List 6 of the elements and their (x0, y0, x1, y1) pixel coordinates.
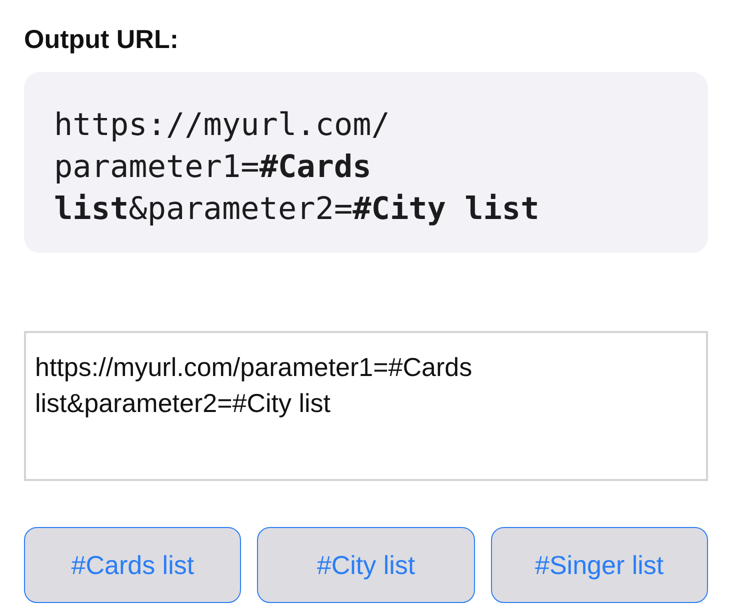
insert-tag-button[interactable]: #Singer list (490, 527, 708, 603)
insert-tag-button[interactable]: #City list (257, 527, 475, 603)
insert-tag-button[interactable]: #Cards list (24, 527, 242, 603)
url-text-area[interactable]: https://myurl.com/parameter1=#Cards list&parameter2=#City list (24, 331, 708, 481)
section-title: Output URL: (24, 23, 180, 56)
output-url-text: https://myurl.com/ parameter1=#Cards list&parameter2=#City list (54, 106, 540, 229)
